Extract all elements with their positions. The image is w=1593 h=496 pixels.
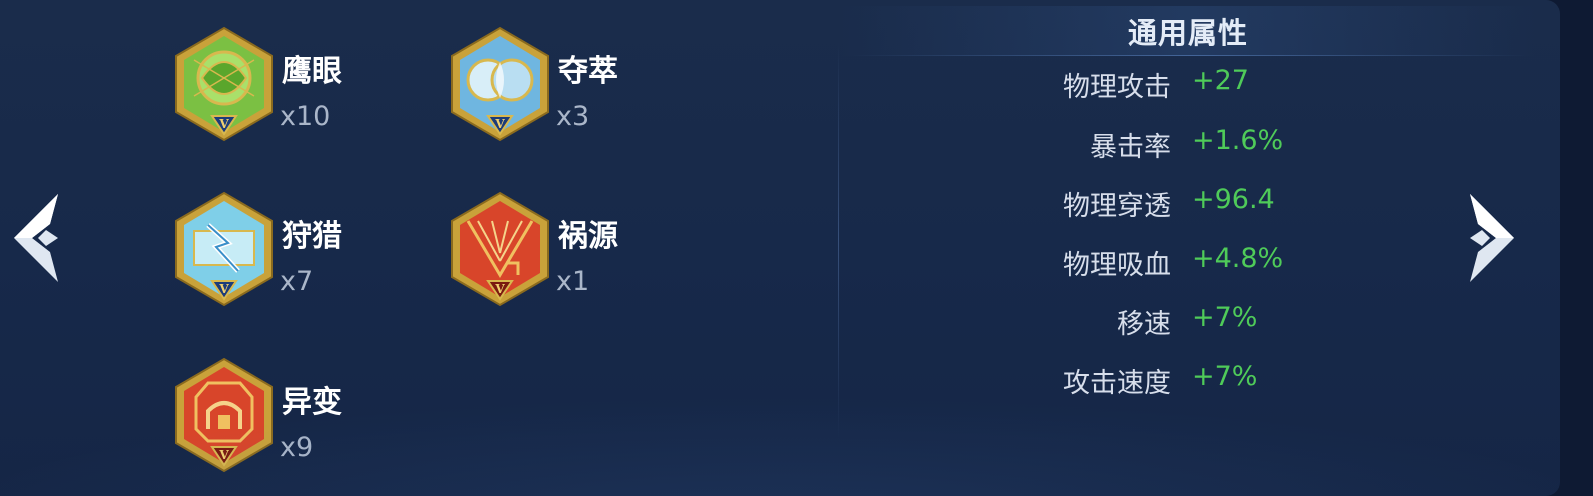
- stat-row-physical-attack: 物理攻击 +27: [980, 65, 1400, 105]
- rune-count: x1: [556, 266, 590, 297]
- stats-title: 通用属性: [1127, 16, 1248, 50]
- hunt-rune-icon: V: [175, 191, 273, 307]
- rune-slot-seize[interactable]: V 夺萃 x3: [448, 26, 678, 146]
- seize-rune-icon: V: [451, 26, 549, 142]
- rune-panel: V 鹰眼 x10 V 夺萃 x3 V 狩猎 x7 V 祸源 x1 V 异变 x9…: [0, 0, 1560, 496]
- divider: [838, 40, 839, 440]
- stat-name: 移速: [1117, 309, 1171, 340]
- stat-row-crit-rate: 暴击率 +1.6%: [980, 125, 1400, 165]
- eagle-eye-rune-icon: V: [175, 26, 273, 142]
- rune-name: 异变: [282, 385, 342, 420]
- stat-value: +96.4: [1192, 184, 1275, 215]
- chevron-left-icon: [14, 194, 58, 282]
- stat-value: +7%: [1192, 361, 1258, 392]
- stat-row-move-speed: 移速 +7%: [980, 302, 1400, 342]
- rune-name: 鹰眼: [282, 54, 342, 89]
- rune-slot-eagle-eye[interactable]: V 鹰眼 x10: [172, 26, 402, 146]
- stat-name: 暴击率: [1090, 132, 1171, 163]
- stat-name: 物理攻击: [1063, 72, 1171, 103]
- svg-text:V: V: [218, 282, 229, 296]
- rune-count: x3: [556, 101, 590, 132]
- stat-row-physical-penetration: 物理穿透 +96.4: [980, 184, 1400, 224]
- stats-header-line: [850, 55, 1530, 56]
- stat-name: 攻击速度: [1063, 368, 1171, 399]
- rune-name: 狩猎: [282, 219, 342, 254]
- stat-name: 物理吸血: [1063, 250, 1171, 281]
- mutation-rune-icon: V: [175, 357, 273, 473]
- svg-text:V: V: [218, 448, 229, 462]
- svg-text:V: V: [218, 117, 229, 131]
- stat-row-physical-lifesteal: 物理吸血 +4.8%: [980, 243, 1400, 283]
- prev-page-button[interactable]: [6, 190, 70, 286]
- stat-name: 物理穿透: [1063, 191, 1171, 222]
- rune-slot-hunt[interactable]: V 狩猎 x7: [172, 191, 402, 311]
- stat-row-attack-speed: 攻击速度 +7%: [980, 361, 1400, 401]
- calamity-rune-icon: V: [451, 191, 549, 307]
- rune-count: x9: [280, 432, 314, 463]
- rune-count: x10: [280, 101, 331, 132]
- rune-name: 夺萃: [558, 54, 618, 89]
- chevron-right-icon: [1470, 194, 1514, 282]
- rune-slot-mutation[interactable]: V 异变 x9: [172, 357, 402, 477]
- stat-value: +4.8%: [1192, 243, 1284, 274]
- rune-slot-calamity[interactable]: V 祸源 x1: [448, 191, 678, 311]
- stat-value: +7%: [1192, 302, 1258, 333]
- svg-text:V: V: [494, 117, 505, 131]
- next-page-button[interactable]: [1458, 190, 1522, 286]
- rune-count: x7: [280, 266, 314, 297]
- svg-text:V: V: [494, 282, 505, 296]
- rune-name: 祸源: [558, 219, 618, 254]
- stat-value: +27: [1192, 65, 1249, 96]
- stat-value: +1.6%: [1192, 125, 1284, 156]
